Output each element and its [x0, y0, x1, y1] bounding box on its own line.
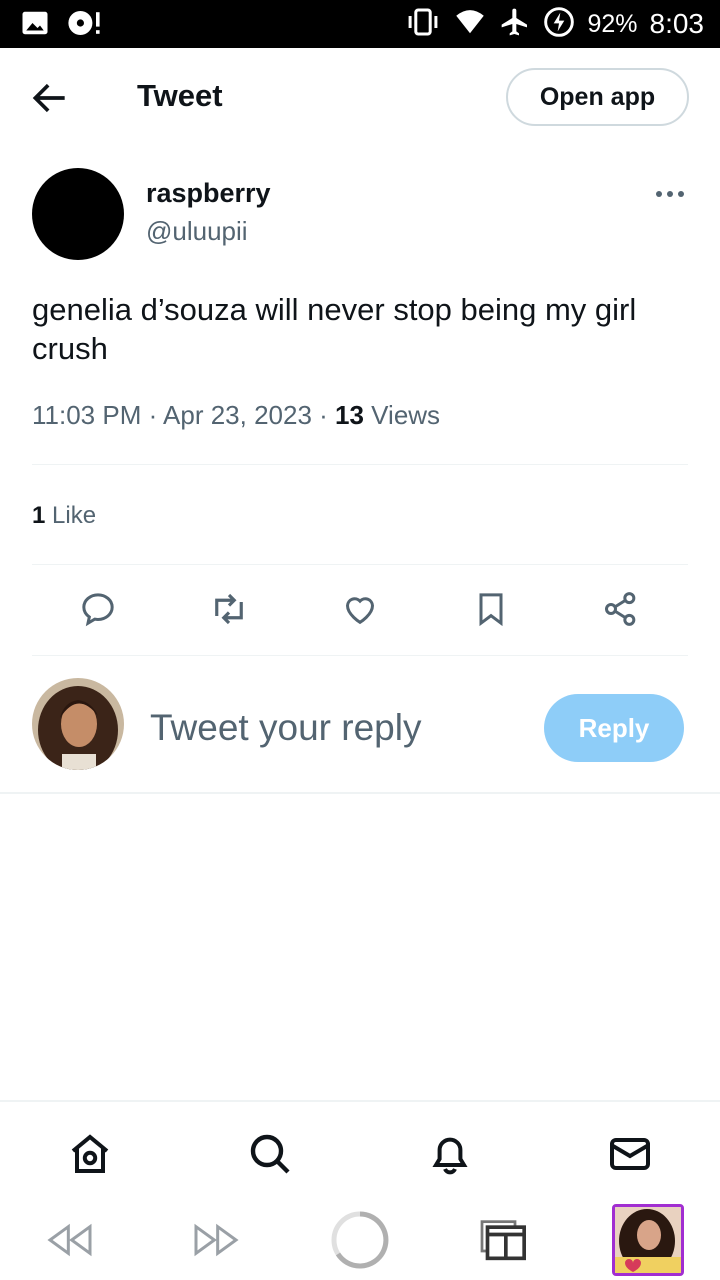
- divider: [32, 655, 688, 656]
- media-notification-icon: [66, 8, 102, 43]
- section-divider: [0, 792, 720, 794]
- divider: [32, 464, 688, 465]
- browser-toolbar: [0, 1196, 720, 1280]
- bookmark-icon: [479, 593, 503, 627]
- battery-charging-icon: [543, 6, 575, 43]
- comment-icon: [82, 593, 114, 627]
- profile-thumbnail[interactable]: [612, 1204, 684, 1276]
- clock: 8:03: [649, 8, 705, 39]
- nav-search[interactable]: [246, 1130, 294, 1178]
- reply-action-button[interactable]: [74, 585, 122, 633]
- status-bar: 92% 8:03: [0, 0, 720, 48]
- tweet-meta: 11:03 PM · Apr 23, 2023 · 13 Views: [32, 400, 440, 431]
- reply-button[interactable]: Reply: [544, 694, 684, 762]
- views-count: 13: [335, 400, 364, 430]
- wifi-icon: [453, 7, 487, 42]
- author-avatar[interactable]: [32, 168, 124, 260]
- current-user-avatar: [32, 678, 124, 770]
- like-icon: [345, 597, 375, 625]
- vibrate-icon: [405, 7, 441, 42]
- fast-forward-button[interactable]: [186, 1210, 246, 1270]
- retweet-icon: [215, 593, 243, 625]
- share-icon: [604, 592, 636, 626]
- reply-input[interactable]: [150, 700, 520, 756]
- page-title: Tweet: [137, 78, 223, 113]
- fast-forward-icon: [194, 1223, 239, 1257]
- loading-icon: [331, 1211, 389, 1269]
- tweet-date[interactable]: Apr 23, 2023: [163, 400, 312, 430]
- airplane-icon: [499, 6, 531, 43]
- divider: [32, 564, 688, 565]
- more-icon: [656, 191, 684, 197]
- share-action-button[interactable]: [597, 585, 645, 633]
- nav-notifications[interactable]: [426, 1130, 474, 1178]
- search-icon: [250, 1134, 290, 1174]
- author-display-name[interactable]: raspberry: [146, 178, 271, 209]
- loading-indicator: [330, 1210, 390, 1270]
- likes-count: 1: [32, 502, 46, 529]
- rewind-icon: [47, 1223, 92, 1257]
- tweet-actions: [0, 585, 720, 635]
- bottom-nav: [0, 1100, 720, 1196]
- nav-home[interactable]: [66, 1130, 114, 1178]
- home-icon: [71, 1134, 109, 1173]
- meta-separator: ·: [311, 400, 336, 430]
- tweet-text: genelia d’souza will never stop being my…: [32, 292, 637, 366]
- tweet-time[interactable]: 11:03 PM: [32, 400, 141, 430]
- bookmark-action-button[interactable]: [467, 585, 515, 633]
- views-label: Views: [363, 400, 441, 430]
- like-action-button[interactable]: [336, 585, 384, 633]
- back-button[interactable]: [28, 76, 72, 120]
- likes-summary[interactable]: 1 Like: [32, 502, 96, 530]
- more-options-button[interactable]: [650, 180, 690, 208]
- tabs-icon: [480, 1220, 526, 1261]
- author-handle[interactable]: @uluupii: [146, 216, 248, 247]
- retweet-action-button[interactable]: [205, 585, 253, 633]
- rewind-button[interactable]: [40, 1210, 100, 1270]
- likes-label: Like: [45, 502, 97, 529]
- header: Tweet Open app: [0, 48, 720, 148]
- back-arrow-icon: [32, 83, 65, 113]
- notifications-icon: [432, 1137, 468, 1175]
- nav-messages[interactable]: [606, 1130, 654, 1178]
- meta-separator: ·: [141, 400, 164, 430]
- battery-percent: 92%: [587, 9, 638, 38]
- tabs-button[interactable]: [474, 1210, 534, 1270]
- gallery-notification-icon: [20, 8, 50, 43]
- open-app-button[interactable]: Open app: [506, 68, 689, 126]
- messages-icon: [610, 1138, 650, 1170]
